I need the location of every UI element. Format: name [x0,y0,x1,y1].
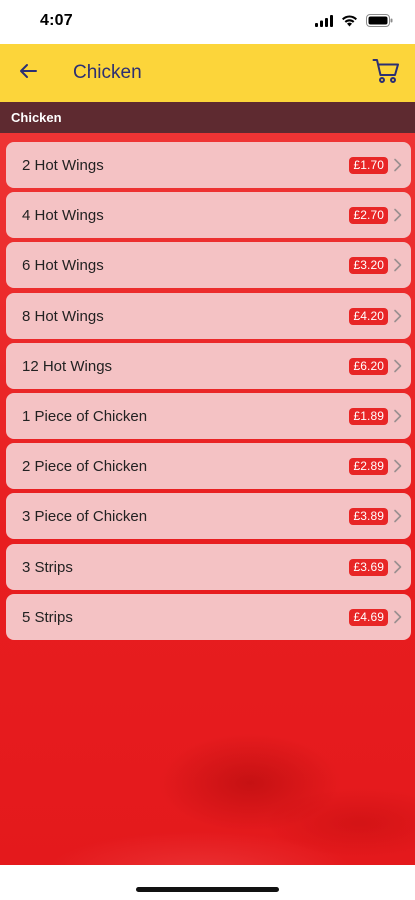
chevron-right-icon [393,509,403,523]
app-header: Chicken [0,44,415,102]
menu-item[interactable]: 4 Hot Wings £2.70 [6,192,411,239]
section-header: Chicken [0,102,415,133]
price-badge: £1.70 [349,157,388,174]
menu-item-name: 5 Strips [22,608,73,626]
menu-item[interactable]: 5 Strips £4.69 [6,593,411,640]
menu-item-name: 6 Hot Wings [22,257,104,275]
price-badge: £2.89 [349,458,388,476]
menu-item[interactable]: 1 Piece of Chicken £1.89 [6,392,411,439]
menu-list: 2 Hot Wings £1.70 4 Hot Wings £2.70 6 Ho… [6,142,411,644]
menu-item-name: 1 Piece of Chicken [22,407,148,425]
menu-item[interactable]: 8 Hot Wings £4.20 [6,292,411,339]
price-badge: £3.69 [349,558,388,576]
menu-item-name: 3 Piece of Chicken [22,508,148,526]
price-badge: £2.70 [349,207,388,225]
battery-icon [366,14,393,32]
menu-item[interactable]: 2 Piece of Chicken £2.89 [6,443,411,490]
price-badge: £1.89 [349,407,388,425]
menu-item-name: 2 Hot Wings [22,157,104,174]
chevron-right-icon [393,258,403,272]
menu-item[interactable]: 3 Strips £3.69 [6,543,411,590]
menu-item[interactable]: 3 Piece of Chicken £3.89 [6,493,411,540]
back-button[interactable] [14,59,42,87]
menu-item[interactable]: 6 Hot Wings £3.20 [6,242,411,289]
menu-item[interactable]: 12 Hot Wings £6.20 [6,342,411,389]
menu-item-name: 2 Piece of Chicken [22,458,148,476]
chevron-right-icon [393,560,403,574]
chevron-right-icon [393,158,403,172]
back-arrow-icon [18,63,38,84]
price-badge: £6.20 [349,357,388,375]
menu-item-name: 12 Hot Wings [22,357,113,375]
bottom-safe-area [0,865,415,900]
price-badge: £3.20 [349,257,388,275]
status-time: 4:07 [40,12,73,29]
menu-item-name: 8 Hot Wings [22,307,104,325]
cart-icon [372,58,400,89]
status-bar: 4:07 [0,0,415,44]
section-title: Chicken [11,110,62,125]
chevron-right-icon [393,610,403,624]
signal-icon [315,14,333,32]
chevron-right-icon [393,409,403,423]
menu-item-name: 4 Hot Wings [22,207,104,225]
chevron-right-icon [393,309,403,323]
page-title: Chicken [73,62,142,83]
wifi-icon [341,14,358,32]
chevron-right-icon [393,359,403,373]
price-badge: £4.20 [349,307,388,325]
status-icons [315,14,393,32]
price-badge: £3.89 [349,508,388,526]
price-badge: £4.69 [349,608,388,626]
cart-button[interactable] [370,57,402,89]
chevron-right-icon [393,208,403,222]
menu-item[interactable]: 2 Hot Wings £1.70 [6,142,411,188]
chevron-right-icon [393,459,403,473]
menu-item-name: 3 Strips [22,558,73,576]
home-indicator[interactable] [136,887,279,892]
screen: 4:07 Chicken Chicken 2 Hot Wings £1.70 4… [0,0,415,900]
